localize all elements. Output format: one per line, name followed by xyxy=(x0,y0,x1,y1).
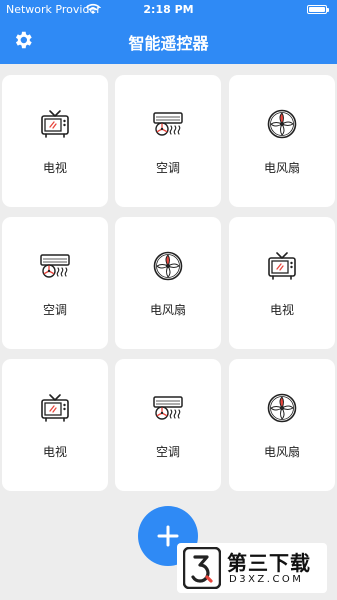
d3xz-logo xyxy=(183,547,221,589)
tv-icon xyxy=(39,108,71,140)
device-label: 电风扇 xyxy=(149,303,186,317)
device-label: 空调 xyxy=(42,303,67,317)
air-conditioner-icon xyxy=(152,392,184,424)
device-label: 电视 xyxy=(42,161,67,175)
device-label: 电风扇 xyxy=(263,161,300,175)
status-time: 2:18 PM xyxy=(143,3,194,16)
device-card[interactable]: 电风扇 xyxy=(115,217,221,349)
device-card[interactable]: 电风扇 xyxy=(229,359,335,491)
air-conditioner-icon xyxy=(39,250,71,282)
device-label: 电视 xyxy=(269,303,294,317)
battery-icon xyxy=(307,5,329,14)
page-title: 智能遥控器 xyxy=(128,34,209,53)
device-label: 电风扇 xyxy=(263,445,300,459)
tv-icon xyxy=(39,392,71,424)
device-card[interactable]: 电视 xyxy=(2,359,108,491)
device-card[interactable]: 电视 xyxy=(229,217,335,349)
device-card[interactable]: 电视 xyxy=(2,75,108,207)
device-label: 电视 xyxy=(42,445,67,459)
fan-icon xyxy=(266,392,298,424)
device-label: 空调 xyxy=(155,161,180,175)
watermark-domain: D3XZ.COM xyxy=(229,574,304,585)
device-card[interactable]: 电风扇 xyxy=(229,75,335,207)
air-conditioner-icon xyxy=(152,108,184,140)
device-card[interactable]: 空调 xyxy=(115,359,221,491)
device-card[interactable]: 空调 xyxy=(115,75,221,207)
status-bar: Network Provider 2:18 PM xyxy=(0,0,337,20)
fan-icon xyxy=(266,108,298,140)
app-header: Network Provider 2:18 PM 智能遥控器 xyxy=(0,0,337,64)
watermark-title: 第三下载 xyxy=(227,551,311,575)
fan-icon xyxy=(152,250,184,282)
tv-icon xyxy=(266,250,298,282)
watermark: 第三下载 D3XZ.COM xyxy=(177,543,327,593)
device-card[interactable]: 空调 xyxy=(2,217,108,349)
device-label: 空调 xyxy=(155,445,180,459)
